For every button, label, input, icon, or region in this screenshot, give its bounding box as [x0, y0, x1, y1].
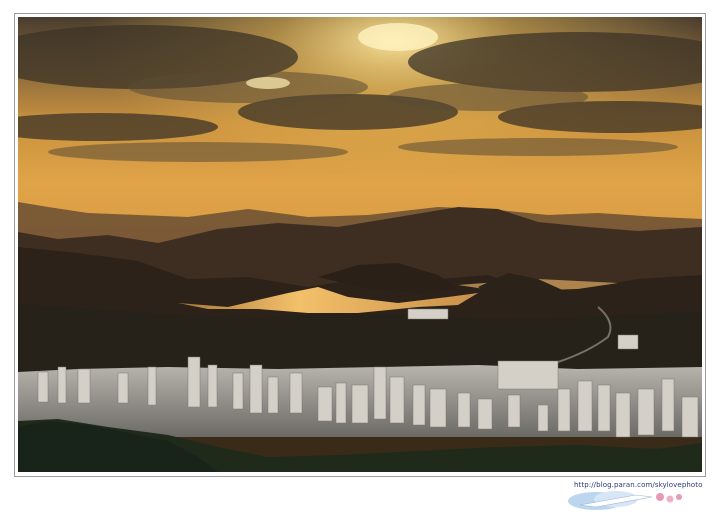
- landscape-photo: [18, 17, 702, 472]
- cloud-logo-icon: [568, 491, 682, 510]
- watermark: http://blog.paran.com/skylovephoto: [556, 479, 706, 513]
- landscape-photo-illustration: [18, 17, 702, 472]
